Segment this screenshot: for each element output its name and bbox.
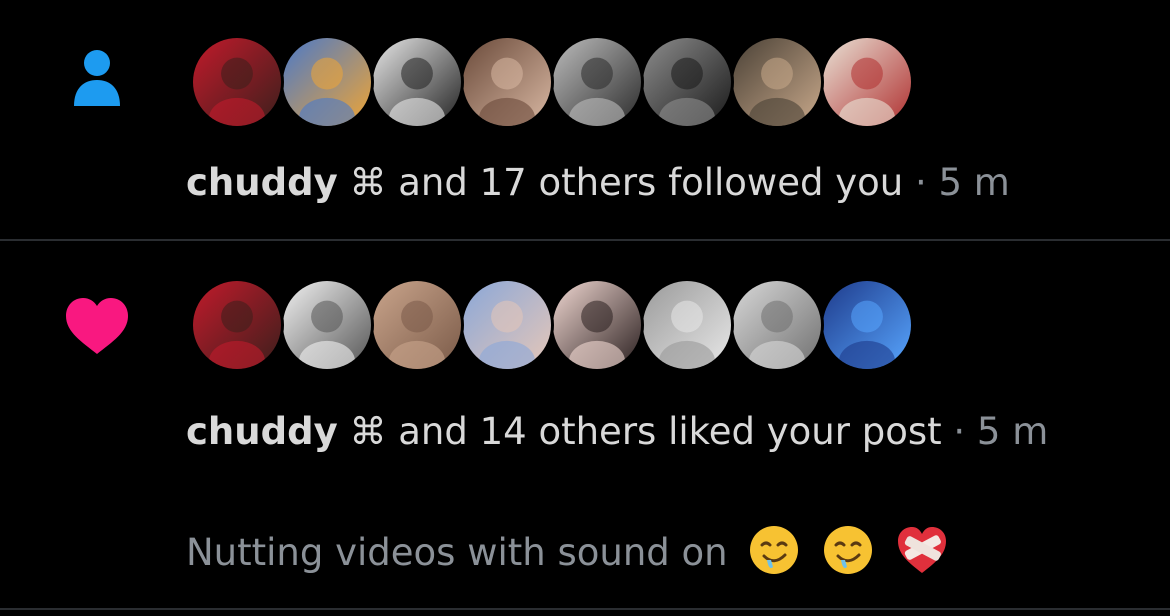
avatar-image	[193, 281, 281, 369]
person-icon	[64, 44, 130, 110]
avatar-1[interactable]	[190, 35, 284, 129]
avatar-image	[463, 38, 551, 126]
divider	[0, 608, 1170, 610]
post-preview-text: Nutting videos with sound on	[186, 531, 728, 574]
avatar-image	[283, 38, 371, 126]
avatar-image	[193, 38, 281, 126]
avatar-6[interactable]	[640, 278, 734, 372]
avatar-3[interactable]	[370, 35, 464, 129]
avatar-image	[733, 281, 821, 369]
drooling-face-emoji	[821, 523, 875, 577]
avatar-image	[823, 281, 911, 369]
drooling-face-emoji	[747, 523, 801, 577]
avatar-5[interactable]	[550, 278, 644, 372]
notification-time: · 5 m	[903, 161, 1010, 204]
avatar-8[interactable]	[820, 35, 914, 129]
avatar-image	[643, 281, 731, 369]
actor-glyph: ⌘	[349, 410, 387, 453]
avatar-5[interactable]	[550, 35, 644, 129]
avatar-4[interactable]	[460, 35, 554, 129]
actor-glyph: ⌘	[349, 161, 387, 204]
notification-text: chuddy ⌘ and 17 others followed you · 5 …	[186, 156, 1116, 210]
avatar-4[interactable]	[460, 278, 554, 372]
notification-time: · 5 m	[941, 410, 1049, 453]
avatar-2[interactable]	[280, 35, 374, 129]
avatar-image	[373, 38, 461, 126]
mending-heart-emoji	[895, 523, 949, 577]
avatar-7[interactable]	[730, 35, 824, 129]
avatar-image	[373, 281, 461, 369]
avatar-6[interactable]	[640, 35, 734, 129]
like-notification[interactable]: chuddy ⌘ and 14 others liked your post ·…	[0, 241, 1170, 611]
avatar-image	[823, 38, 911, 126]
notification-action: and 17 others followed you	[386, 161, 904, 204]
avatar-image	[463, 281, 551, 369]
avatar-1[interactable]	[190, 278, 284, 372]
avatar-2[interactable]	[280, 278, 374, 372]
avatar-image	[553, 281, 641, 369]
avatar-image	[733, 38, 821, 126]
avatar-7[interactable]	[730, 278, 824, 372]
follow-notification[interactable]: chuddy ⌘ and 17 others followed you · 5 …	[0, 0, 1170, 240]
post-preview[interactable]: Nutting videos with sound on	[186, 523, 1116, 580]
actor-name[interactable]: chuddy	[186, 410, 338, 453]
avatar-image	[283, 281, 371, 369]
avatar-image	[643, 38, 731, 126]
heart-icon	[64, 294, 130, 360]
notifications-feed: chuddy ⌘ and 17 others followed you · 5 …	[0, 0, 1170, 616]
notification-text: chuddy ⌘ and 14 others liked your post ·…	[186, 405, 1116, 459]
avatar-image	[553, 38, 641, 126]
actor-name[interactable]: chuddy	[186, 161, 338, 204]
avatar-8[interactable]	[820, 278, 914, 372]
notification-action: and 14 others liked your post	[386, 410, 942, 453]
avatar-3[interactable]	[370, 278, 464, 372]
